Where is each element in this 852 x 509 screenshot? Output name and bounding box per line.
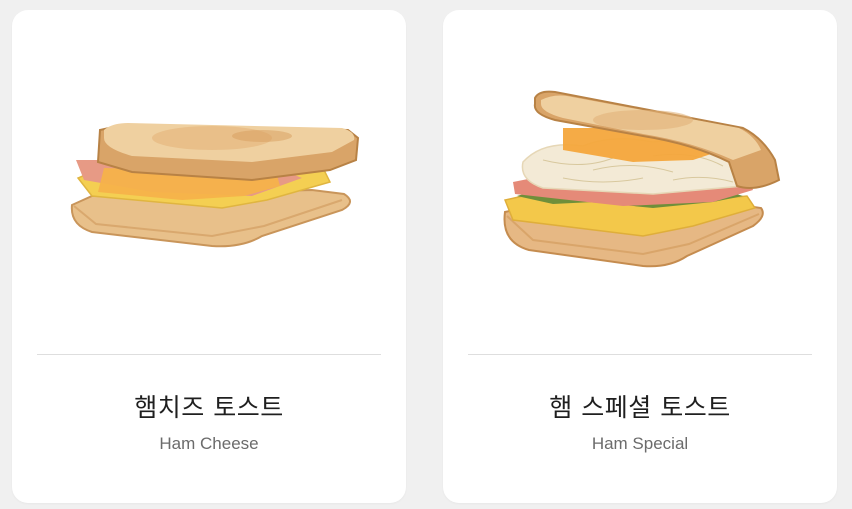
card-divider (37, 354, 381, 355)
menu-item-korean-name: 햄치즈 토스트 (134, 393, 284, 422)
menu-item-english-name: Ham Special (591, 434, 689, 453)
card-divider (468, 354, 812, 355)
ham-cheese-toast-image[interactable] (12, 10, 406, 340)
menu-item-english-name: Ham Cheese (159, 434, 259, 453)
menu-item-korean-name: 햄 스페셜 토스트 (549, 393, 731, 422)
ham-cheese-toast-illustration (70, 123, 360, 248)
ham-special-toast-image[interactable] (443, 10, 837, 340)
menu-card-ham-cheese[interactable]: 햄치즈 토스트 Ham Cheese (12, 10, 406, 503)
menu-card-ham-special[interactable]: 햄 스페셜 토스트 Ham Special (443, 10, 837, 503)
ham-special-toast-illustration (503, 90, 781, 268)
